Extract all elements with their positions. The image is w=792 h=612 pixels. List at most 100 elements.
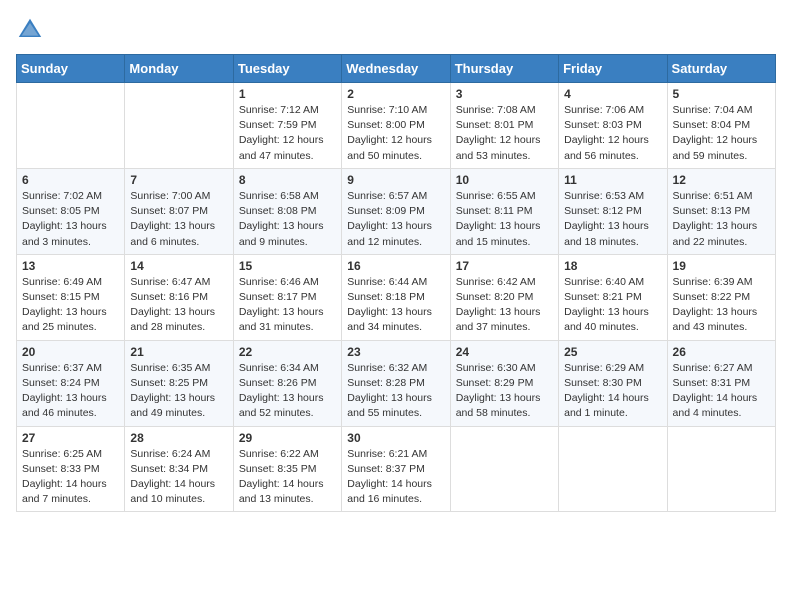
calendar-week-row: 27Sunrise: 6:25 AM Sunset: 8:33 PM Dayli… (17, 426, 776, 512)
day-info: Sunrise: 6:42 AM Sunset: 8:20 PM Dayligh… (456, 275, 553, 336)
calendar-week-row: 20 Sunrise: 6:37 AM Sunset: 8:24 PM Dayli… (17, 340, 776, 426)
day-number: 6 (22, 173, 119, 187)
calendar-cell: 11 Sunrise: 6:53 AM Sunset: 8:12 PM Dayli… (559, 168, 667, 254)
calendar-cell: 12 Sunrise: 6:51 AM Sunset: 8:13 PM Dayli… (667, 168, 775, 254)
calendar-week-row: 13 Sunrise: 6:49 AM Sunset: 8:15 PM Dayli… (17, 254, 776, 340)
calendar-cell: 18 Sunrise: 6:40 AM Sunset: 8:21 PM Dayli… (559, 254, 667, 340)
calendar-cell (559, 426, 667, 512)
day-number: 3 (456, 87, 553, 101)
day-number: 14 (130, 259, 227, 273)
calendar-cell: 17 Sunrise: 6:42 AM Sunset: 8:20 PM Dayli… (450, 254, 558, 340)
day-info: Sunrise: 7:04 AM Sunset: 8:04 PM Dayligh… (673, 103, 770, 164)
calendar-cell: 15 Sunrise: 6:46 AM Sunset: 8:17 PM Dayli… (233, 254, 341, 340)
day-info: Sunrise: 6:46 AM Sunset: 8:17 PM Dayligh… (239, 275, 336, 336)
day-info: Sunrise: 6:25 AM Sunset: 8:33 PM Dayligh… (22, 447, 119, 508)
calendar-cell: 9 Sunrise: 6:57 AM Sunset: 8:09 PM Daylig… (342, 168, 450, 254)
day-info: Sunrise: 6:32 AM Sunset: 8:28 PM Dayligh… (347, 361, 444, 422)
calendar-cell: 8Sunrise: 6:58 AM Sunset: 8:08 PM Daylig… (233, 168, 341, 254)
day-number: 9 (347, 173, 444, 187)
calendar-cell: 22Sunrise: 6:34 AM Sunset: 8:26 PM Dayli… (233, 340, 341, 426)
weekday-header-tuesday: Tuesday (233, 55, 341, 83)
day-info: Sunrise: 6:53 AM Sunset: 8:12 PM Dayligh… (564, 189, 661, 250)
day-number: 2 (347, 87, 444, 101)
day-info: Sunrise: 6:55 AM Sunset: 8:11 PM Dayligh… (456, 189, 553, 250)
day-info: Sunrise: 6:51 AM Sunset: 8:13 PM Dayligh… (673, 189, 770, 250)
day-info: Sunrise: 6:40 AM Sunset: 8:21 PM Dayligh… (564, 275, 661, 336)
day-info: Sunrise: 6:37 AM Sunset: 8:24 PM Dayligh… (22, 361, 119, 422)
calendar-cell: 19 Sunrise: 6:39 AM Sunset: 8:22 PM Dayli… (667, 254, 775, 340)
weekday-header-friday: Friday (559, 55, 667, 83)
day-number: 25 (564, 345, 661, 359)
day-number: 17 (456, 259, 553, 273)
day-number: 16 (347, 259, 444, 273)
day-number: 1 (239, 87, 336, 101)
logo-icon (16, 16, 44, 44)
day-info: Sunrise: 7:06 AM Sunset: 8:03 PM Dayligh… (564, 103, 661, 164)
day-number: 20 (22, 345, 119, 359)
calendar-cell: 25 Sunrise: 6:29 AM Sunset: 8:30 PM Dayli… (559, 340, 667, 426)
day-info: Sunrise: 7:02 AM Sunset: 8:05 PM Dayligh… (22, 189, 119, 250)
day-info: Sunrise: 7:08 AM Sunset: 8:01 PM Dayligh… (456, 103, 553, 164)
day-number: 21 (130, 345, 227, 359)
calendar-cell: 30 Sunrise: 6:21 AM Sunset: 8:37 PM Dayli… (342, 426, 450, 512)
day-number: 18 (564, 259, 661, 273)
day-number: 5 (673, 87, 770, 101)
day-number: 19 (673, 259, 770, 273)
calendar-cell: 27Sunrise: 6:25 AM Sunset: 8:33 PM Dayli… (17, 426, 125, 512)
day-number: 12 (673, 173, 770, 187)
calendar-cell: 10 Sunrise: 6:55 AM Sunset: 8:11 PM Dayli… (450, 168, 558, 254)
calendar-week-row: 6 Sunrise: 7:02 AM Sunset: 8:05 PM Daylig… (17, 168, 776, 254)
day-info: Sunrise: 6:22 AM Sunset: 8:35 PM Dayligh… (239, 447, 336, 508)
day-info: Sunrise: 6:24 AM Sunset: 8:34 PM Dayligh… (130, 447, 227, 508)
day-number: 29 (239, 431, 336, 445)
calendar-cell: 23 Sunrise: 6:32 AM Sunset: 8:28 PM Dayli… (342, 340, 450, 426)
calendar-cell: 2 Sunrise: 7:10 AM Sunset: 8:00 PM Daylig… (342, 83, 450, 169)
calendar-cell: 5 Sunrise: 7:04 AM Sunset: 8:04 PM Daylig… (667, 83, 775, 169)
day-number: 11 (564, 173, 661, 187)
day-number: 13 (22, 259, 119, 273)
day-info: Sunrise: 6:49 AM Sunset: 8:15 PM Dayligh… (22, 275, 119, 336)
day-number: 23 (347, 345, 444, 359)
calendar-cell: 29 Sunrise: 6:22 AM Sunset: 8:35 PM Dayli… (233, 426, 341, 512)
calendar-cell: 7Sunrise: 7:00 AM Sunset: 8:07 PM Daylig… (125, 168, 233, 254)
calendar-cell: 4Sunrise: 7:06 AM Sunset: 8:03 PM Daylig… (559, 83, 667, 169)
calendar-cell: 13 Sunrise: 6:49 AM Sunset: 8:15 PM Dayli… (17, 254, 125, 340)
calendar-cell: 1 Sunrise: 7:12 AM Sunset: 7:59 PM Daylig… (233, 83, 341, 169)
calendar-cell: 21 Sunrise: 6:35 AM Sunset: 8:25 PM Dayli… (125, 340, 233, 426)
day-info: Sunrise: 6:34 AM Sunset: 8:26 PM Dayligh… (239, 361, 336, 422)
day-number: 30 (347, 431, 444, 445)
day-info: Sunrise: 7:10 AM Sunset: 8:00 PM Dayligh… (347, 103, 444, 164)
day-info: Sunrise: 6:39 AM Sunset: 8:22 PM Dayligh… (673, 275, 770, 336)
day-number: 8 (239, 173, 336, 187)
day-info: Sunrise: 6:27 AM Sunset: 8:31 PM Dayligh… (673, 361, 770, 422)
calendar-cell: 20 Sunrise: 6:37 AM Sunset: 8:24 PM Dayli… (17, 340, 125, 426)
calendar-cell: 6 Sunrise: 7:02 AM Sunset: 8:05 PM Daylig… (17, 168, 125, 254)
weekday-header-wednesday: Wednesday (342, 55, 450, 83)
calendar-cell (667, 426, 775, 512)
day-info: Sunrise: 6:57 AM Sunset: 8:09 PM Dayligh… (347, 189, 444, 250)
calendar-cell: 3 Sunrise: 7:08 AM Sunset: 8:01 PM Daylig… (450, 83, 558, 169)
calendar-cell (17, 83, 125, 169)
weekday-header-thursday: Thursday (450, 55, 558, 83)
day-info: Sunrise: 6:35 AM Sunset: 8:25 PM Dayligh… (130, 361, 227, 422)
weekday-header-saturday: Saturday (667, 55, 775, 83)
page-header (16, 16, 776, 44)
weekday-header-monday: Monday (125, 55, 233, 83)
day-info: Sunrise: 7:12 AM Sunset: 7:59 PM Dayligh… (239, 103, 336, 164)
day-number: 28 (130, 431, 227, 445)
calendar-cell (125, 83, 233, 169)
calendar-cell: 24 Sunrise: 6:30 AM Sunset: 8:29 PM Dayli… (450, 340, 558, 426)
calendar-table: SundayMondayTuesdayWednesdayThursdayFrid… (16, 54, 776, 512)
weekday-header-sunday: Sunday (17, 55, 125, 83)
calendar-cell: 16Sunrise: 6:44 AM Sunset: 8:18 PM Dayli… (342, 254, 450, 340)
logo (16, 16, 48, 44)
day-number: 10 (456, 173, 553, 187)
day-number: 7 (130, 173, 227, 187)
day-info: Sunrise: 6:21 AM Sunset: 8:37 PM Dayligh… (347, 447, 444, 508)
calendar-cell: 28 Sunrise: 6:24 AM Sunset: 8:34 PM Dayli… (125, 426, 233, 512)
day-info: Sunrise: 6:29 AM Sunset: 8:30 PM Dayligh… (564, 361, 661, 422)
day-info: Sunrise: 6:30 AM Sunset: 8:29 PM Dayligh… (456, 361, 553, 422)
day-number: 24 (456, 345, 553, 359)
calendar-cell: 14Sunrise: 6:47 AM Sunset: 8:16 PM Dayli… (125, 254, 233, 340)
day-number: 15 (239, 259, 336, 273)
